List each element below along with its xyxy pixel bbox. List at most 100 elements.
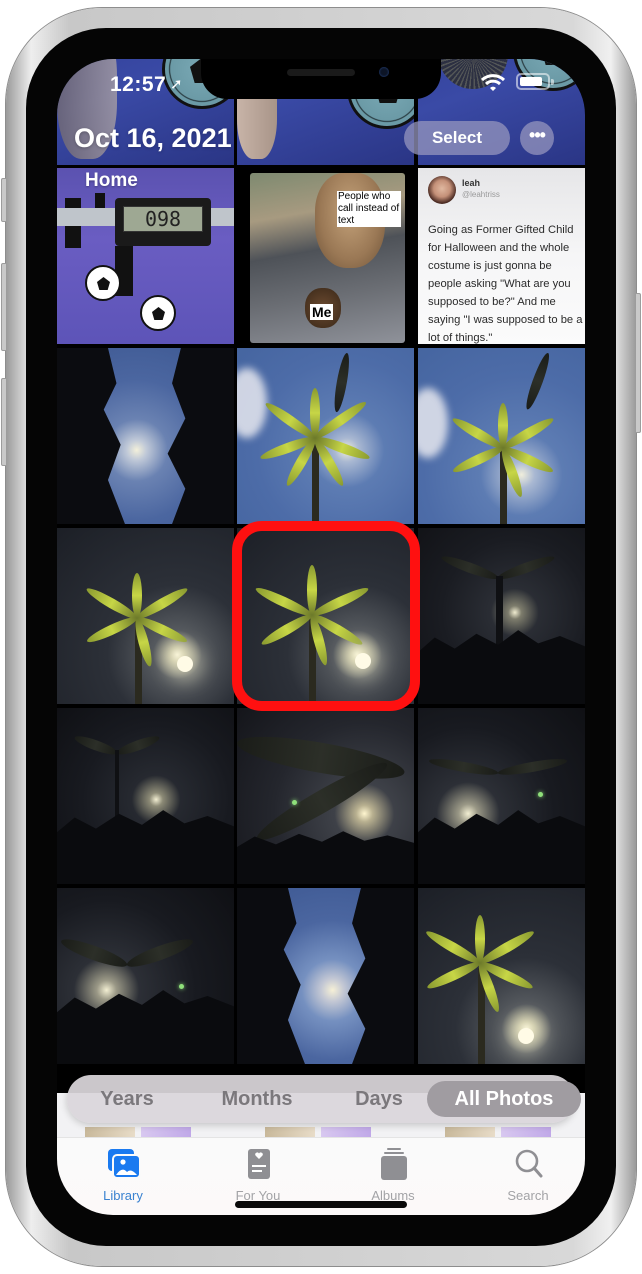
palm-frond	[115, 732, 161, 758]
volume-down-button	[1, 378, 7, 466]
more-options-button[interactable]: •••	[520, 121, 554, 155]
view-option-days[interactable]: Days	[329, 1081, 429, 1117]
mute-switch	[1, 178, 7, 222]
tweet-author-handle: @leahtriss	[462, 190, 500, 199]
speaker	[287, 69, 355, 76]
photo-thumbnail[interactable]: People who call instead of text Me	[237, 168, 414, 344]
battery-icon	[516, 73, 554, 90]
palm-frond	[124, 934, 196, 972]
tab-for-you[interactable]: For You	[213, 1144, 303, 1204]
battery-level	[520, 77, 542, 86]
palm-frond	[310, 388, 320, 438]
palm-frond	[451, 443, 506, 476]
moon	[518, 1028, 534, 1044]
palm-frond	[58, 934, 130, 972]
avatar	[428, 176, 456, 204]
tweet-text: Going as Former Gifted Child for Hallowe…	[428, 224, 583, 344]
grid-row	[57, 708, 585, 884]
photo-thumbnail[interactable]	[57, 888, 234, 1064]
meme-caption-bottom: Me	[310, 304, 334, 320]
view-option-all-photos[interactable]: All Photos	[427, 1081, 581, 1117]
photo-thumbnail[interactable]	[237, 348, 414, 524]
tab-albums[interactable]: Albums	[348, 1144, 438, 1204]
palm-frond	[309, 584, 371, 620]
photo-thumbnail[interactable]: Home 098	[57, 168, 234, 344]
moon	[177, 656, 193, 672]
tab-search[interactable]: Search	[483, 1144, 573, 1204]
location-label: Home	[85, 170, 138, 191]
select-button[interactable]: Select	[404, 121, 510, 155]
cloud	[418, 388, 448, 458]
photo-thumbnail[interactable]	[237, 708, 414, 884]
tree-silhouette	[167, 348, 234, 524]
palm-frond	[439, 552, 500, 583]
palm-frond	[237, 728, 408, 788]
tree-silhouette	[57, 990, 234, 1064]
for-you-icon	[248, 1149, 270, 1179]
photo-thumbnail[interactable]	[418, 348, 585, 524]
photo-library-icon	[108, 1149, 141, 1179]
meme-caption-top: People who call instead of text	[337, 191, 401, 227]
battery-nub	[551, 79, 554, 85]
tweet-author-name: leah	[462, 178, 481, 188]
palm-frond	[522, 351, 553, 412]
photo-thumbnail[interactable]	[418, 888, 585, 1064]
phone-frame: Home 098 People who call instead of text…	[1, 8, 641, 1266]
tree-silhouette	[347, 888, 414, 1064]
palm-frond	[85, 613, 140, 646]
palm-frond	[425, 958, 483, 993]
photo-thumbnail[interactable]	[57, 528, 234, 704]
soccer-ball-earring	[85, 265, 121, 301]
tab-label: Search	[507, 1188, 549, 1203]
tree-silhouette	[57, 810, 234, 884]
photo-thumbnail[interactable]	[57, 348, 234, 524]
side-button	[635, 293, 641, 433]
photo-thumbnail[interactable]: leah @leahtriss Going as Former Gifted C…	[418, 168, 585, 344]
palm-frond	[73, 732, 119, 758]
view-option-years[interactable]: Years	[77, 1081, 177, 1117]
albums-icon	[381, 1148, 407, 1180]
page-title: Oct 16, 2021	[74, 123, 232, 153]
screen: Home 098 People who call instead of text…	[57, 59, 585, 1215]
tree-silhouette	[237, 888, 305, 1064]
photo-thumbnail[interactable]	[237, 888, 414, 1064]
palm-frond	[428, 755, 499, 778]
status-time: 12:57	[110, 73, 167, 96]
tree-silhouette	[57, 348, 125, 524]
location-arrow-icon: ➚	[170, 76, 183, 93]
notch	[201, 59, 441, 99]
lens-flare	[179, 984, 184, 989]
view-switcher: Years Months Days All Photos	[67, 1075, 581, 1123]
photo-thumbnail[interactable]	[237, 528, 414, 704]
tab-library[interactable]: Library	[78, 1144, 168, 1204]
grid-row	[57, 348, 585, 524]
tab-label: Library	[103, 1188, 143, 1203]
palm-frond	[477, 927, 537, 968]
grid-row: Home 098 People who call instead of text…	[57, 168, 585, 344]
lens-flare	[292, 800, 297, 805]
search-icon	[515, 1149, 543, 1178]
view-option-months[interactable]: Months	[197, 1081, 317, 1117]
palm-frond	[307, 565, 317, 615]
photo-thumbnail[interactable]	[57, 708, 234, 884]
grid-row	[57, 888, 585, 1064]
bezel: Home 098 People who call instead of text…	[26, 28, 616, 1246]
volume-up-button	[1, 263, 7, 351]
front-camera	[379, 67, 389, 77]
palm-frond	[475, 915, 485, 963]
palm-frond	[132, 573, 142, 618]
wifi-icon	[480, 74, 506, 91]
lens-flare	[538, 792, 543, 797]
moon	[355, 653, 371, 669]
caliper-display: 098	[123, 206, 203, 232]
palm-frond	[496, 552, 557, 583]
palm-frond	[497, 755, 568, 778]
palm-frond	[259, 610, 315, 649]
home-indicator[interactable]	[235, 1201, 407, 1208]
tree-silhouette	[418, 810, 585, 884]
photo-thumbnail[interactable]	[418, 708, 585, 884]
soccer-ball-earring	[140, 295, 176, 331]
photo-thumbnail[interactable]	[418, 528, 585, 704]
cloud	[237, 368, 267, 438]
palm-frond	[498, 403, 508, 448]
